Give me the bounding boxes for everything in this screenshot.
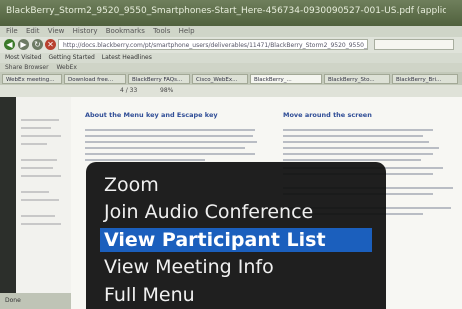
bookmark-latest-headlines[interactable]: Latest Headlines bbox=[102, 54, 152, 61]
tab-blackberry-bri[interactable]: BlackBerry_Bri... bbox=[392, 74, 458, 84]
tab-blackberry-storm[interactable]: BlackBerry_Sto... bbox=[324, 74, 390, 84]
menu-item-view-meeting-info[interactable]: View Meeting Info bbox=[104, 255, 274, 279]
tab-webex-meeting[interactable]: WebEx meeting... bbox=[2, 74, 62, 84]
blackberry-context-menu: Zoom Join Audio Conference View Particip… bbox=[86, 162, 386, 309]
pdf-heading-menu-key: About the Menu key and Escape key bbox=[85, 111, 218, 119]
bookmark-getting-started[interactable]: Getting Started bbox=[48, 54, 94, 61]
address-bar[interactable]: http://docs.blackberry.com/pt/smartphone… bbox=[58, 39, 368, 50]
tab-blackberry-faqs[interactable]: BlackBerry FAQs... bbox=[128, 74, 190, 84]
pdf-sidebar-toolbar bbox=[0, 97, 16, 309]
menu-view[interactable]: View bbox=[48, 27, 65, 35]
page-number: 4 / 33 bbox=[120, 87, 138, 94]
webex-button[interactable]: WebEx bbox=[56, 64, 76, 71]
status-text: Done bbox=[5, 297, 21, 304]
search-input[interactable] bbox=[374, 39, 454, 50]
menu-bookmarks[interactable]: Bookmarks bbox=[106, 27, 145, 35]
menu-history[interactable]: History bbox=[73, 27, 98, 35]
share-browser-button[interactable]: Share Browser bbox=[5, 64, 49, 71]
window-titlebar: BlackBerry_Storm2_9520_9550_Smartphones-… bbox=[0, 0, 462, 26]
stop-icon[interactable]: ✕ bbox=[45, 39, 56, 50]
menu-edit[interactable]: Edit bbox=[26, 27, 40, 35]
window-title: BlackBerry_Storm2_9520_9550_Smartphones-… bbox=[6, 6, 446, 16]
navigation-bar: ◀ ▶ ↻ ✕ http://docs.blackberry.com/pt/sm… bbox=[0, 37, 462, 53]
zoom-level[interactable]: 98% bbox=[160, 87, 173, 94]
menu-item-full-menu[interactable]: Full Menu bbox=[104, 283, 195, 307]
menu-tools[interactable]: Tools bbox=[153, 27, 170, 35]
menu-help[interactable]: Help bbox=[179, 27, 195, 35]
menu-item-view-participant-list[interactable]: View Participant List bbox=[100, 228, 372, 252]
pdf-outline-panel bbox=[16, 97, 71, 293]
bookmarks-toolbar: Most Visited Getting Started Latest Head… bbox=[0, 53, 462, 63]
tab-blackberry-active[interactable]: BlackBerry_... bbox=[250, 74, 322, 84]
menu-item-zoom[interactable]: Zoom bbox=[104, 173, 159, 197]
addon-toolbar: Share Browser WebEx bbox=[0, 63, 462, 72]
menu-item-join-audio-conference[interactable]: Join Audio Conference bbox=[104, 200, 313, 224]
back-icon[interactable]: ◀ bbox=[4, 39, 15, 50]
menu-file[interactable]: File bbox=[6, 27, 18, 35]
forward-icon[interactable]: ▶ bbox=[18, 39, 29, 50]
reload-icon[interactable]: ↻ bbox=[32, 39, 43, 50]
bookmark-most-visited[interactable]: Most Visited bbox=[5, 54, 42, 61]
tab-download-free[interactable]: Download free... bbox=[64, 74, 126, 84]
status-bar: Done bbox=[0, 293, 71, 309]
screenshot-frame: BlackBerry_Storm2_9520_9550_Smartphones-… bbox=[0, 0, 462, 309]
tab-strip: WebEx meeting... Download free... BlackB… bbox=[0, 72, 462, 85]
pdf-heading-move-around: Move around the screen bbox=[283, 111, 372, 119]
tab-cisco-webex[interactable]: Cisco_WebEx... bbox=[192, 74, 248, 84]
browser-menubar: File Edit View History Bookmarks Tools H… bbox=[0, 26, 462, 37]
